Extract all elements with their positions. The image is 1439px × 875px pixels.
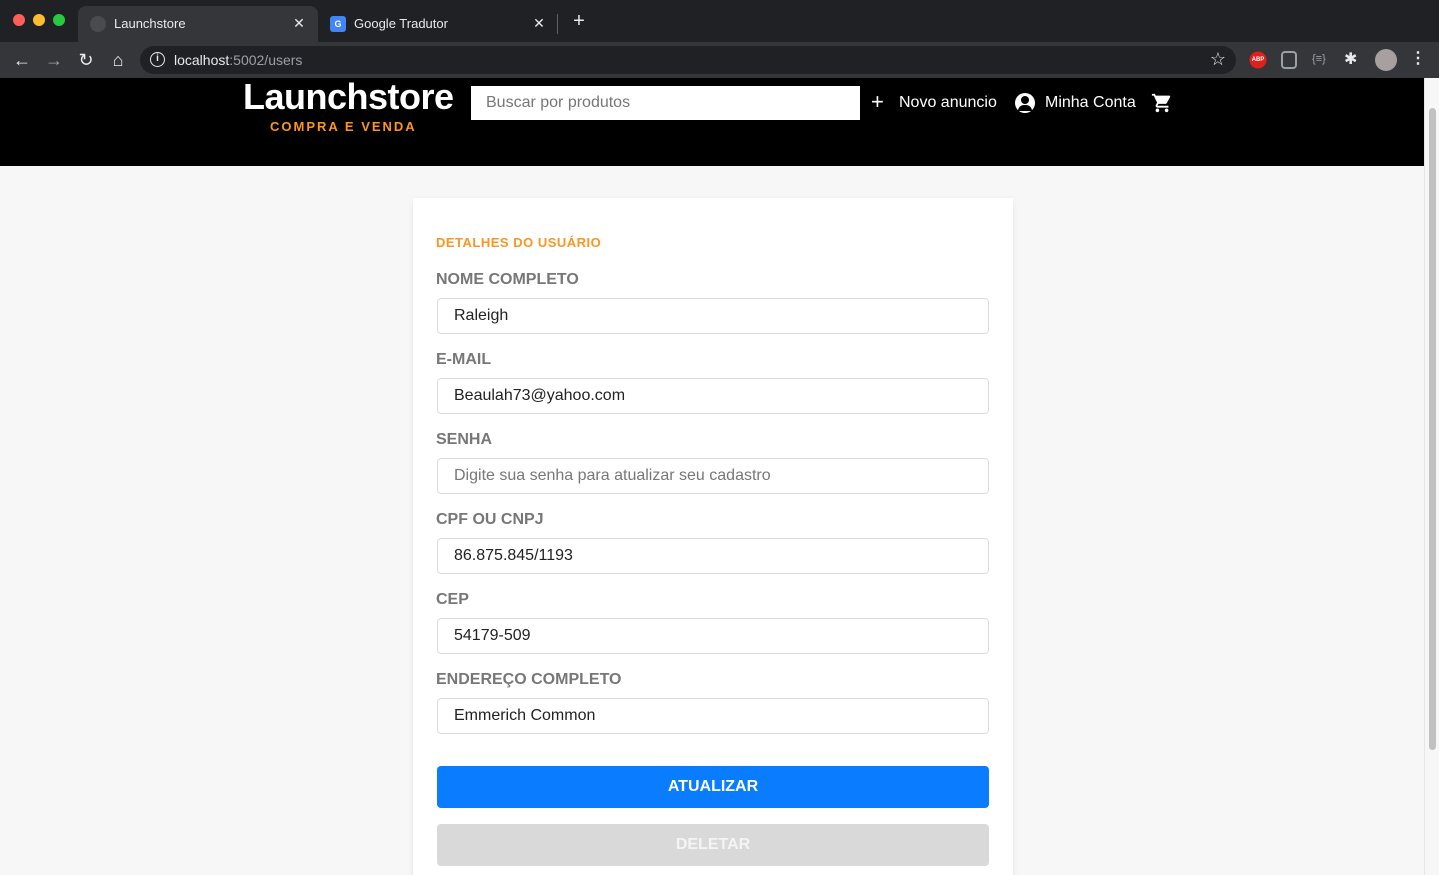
email-field[interactable] (437, 378, 989, 414)
plus-icon[interactable]: + (871, 90, 884, 114)
cpf-cnpj-label: CPF OU CNPJ (436, 511, 544, 528)
logo-subtitle: COMPRA E VENDA (270, 119, 417, 134)
tab-google-tradutor[interactable]: G Google Tradutor ✕ (318, 6, 558, 42)
scrollbar-thumb[interactable] (1429, 108, 1436, 750)
close-icon[interactable]: ✕ (290, 14, 308, 32)
email-label: E-MAIL (436, 351, 492, 368)
forward-arrow-icon[interactable]: → (42, 48, 66, 72)
reload-icon[interactable]: ↻ (74, 48, 98, 72)
tab-title: Google Tradutor (354, 16, 448, 31)
tab-divider (557, 14, 558, 34)
search-input[interactable] (471, 86, 860, 120)
extensions-puzzle-icon[interactable]: ✱ (1344, 49, 1364, 69)
page-scrollbar[interactable] (1424, 78, 1439, 875)
bookmark-star-icon[interactable]: ☆ (1210, 49, 1226, 70)
url-text: localhost:5002/users (174, 52, 303, 68)
cep-label: CEP (436, 591, 469, 608)
password-field[interactable] (437, 458, 989, 494)
more-menu-icon[interactable]: ⋮ (1410, 48, 1430, 68)
name-label: NOME COMPLETO (436, 271, 579, 288)
home-icon[interactable]: ⌂ (106, 48, 130, 72)
profile-avatar[interactable] (1375, 49, 1397, 71)
address-field[interactable] (437, 698, 989, 734)
google-translate-icon: G (330, 16, 346, 32)
password-label: SENHA (436, 431, 493, 448)
globe-icon (90, 16, 106, 32)
delete-button[interactable]: DELETAR (437, 824, 989, 866)
maximize-window-button[interactable] (53, 14, 65, 26)
close-window-button[interactable] (13, 14, 25, 26)
cep-field[interactable] (437, 618, 989, 654)
address-bar[interactable]: i localhost:5002/users ☆ (140, 46, 1236, 74)
tab-title: Launchstore (114, 16, 186, 31)
json-extension-icon[interactable]: {≡} (1312, 53, 1332, 73)
cart-icon[interactable] (1151, 92, 1173, 119)
browser-toolbar: ← → ↻ ⌂ i localhost:5002/users ☆ ABP {≡}… (0, 42, 1439, 78)
my-account-link[interactable]: Minha Conta (1045, 94, 1136, 112)
update-button[interactable]: ATUALIZAR (437, 766, 989, 808)
adblock-extension-icon[interactable]: ABP (1249, 51, 1267, 69)
close-icon[interactable]: ✕ (530, 14, 548, 32)
name-field[interactable] (437, 298, 989, 334)
tab-launchstore[interactable]: Launchstore ✕ (78, 6, 318, 42)
extension-icon[interactable] (1281, 51, 1297, 69)
cpf-cnpj-field[interactable] (437, 538, 989, 574)
logo-title[interactable]: Launchstore (243, 76, 454, 118)
account-icon[interactable] (1015, 93, 1035, 113)
back-arrow-icon[interactable]: ← (10, 48, 34, 72)
address-label: ENDEREÇO COMPLETO (436, 671, 622, 688)
new-tab-button[interactable]: + (568, 10, 590, 32)
new-ad-link[interactable]: Novo anuncio (899, 94, 997, 112)
section-title: DETALHES DO USUÁRIO (436, 235, 602, 250)
browser-tab-bar: Launchstore ✕ G Google Tradutor ✕ + (0, 0, 1439, 42)
minimize-window-button[interactable] (33, 14, 45, 26)
info-icon[interactable]: i (150, 52, 165, 67)
